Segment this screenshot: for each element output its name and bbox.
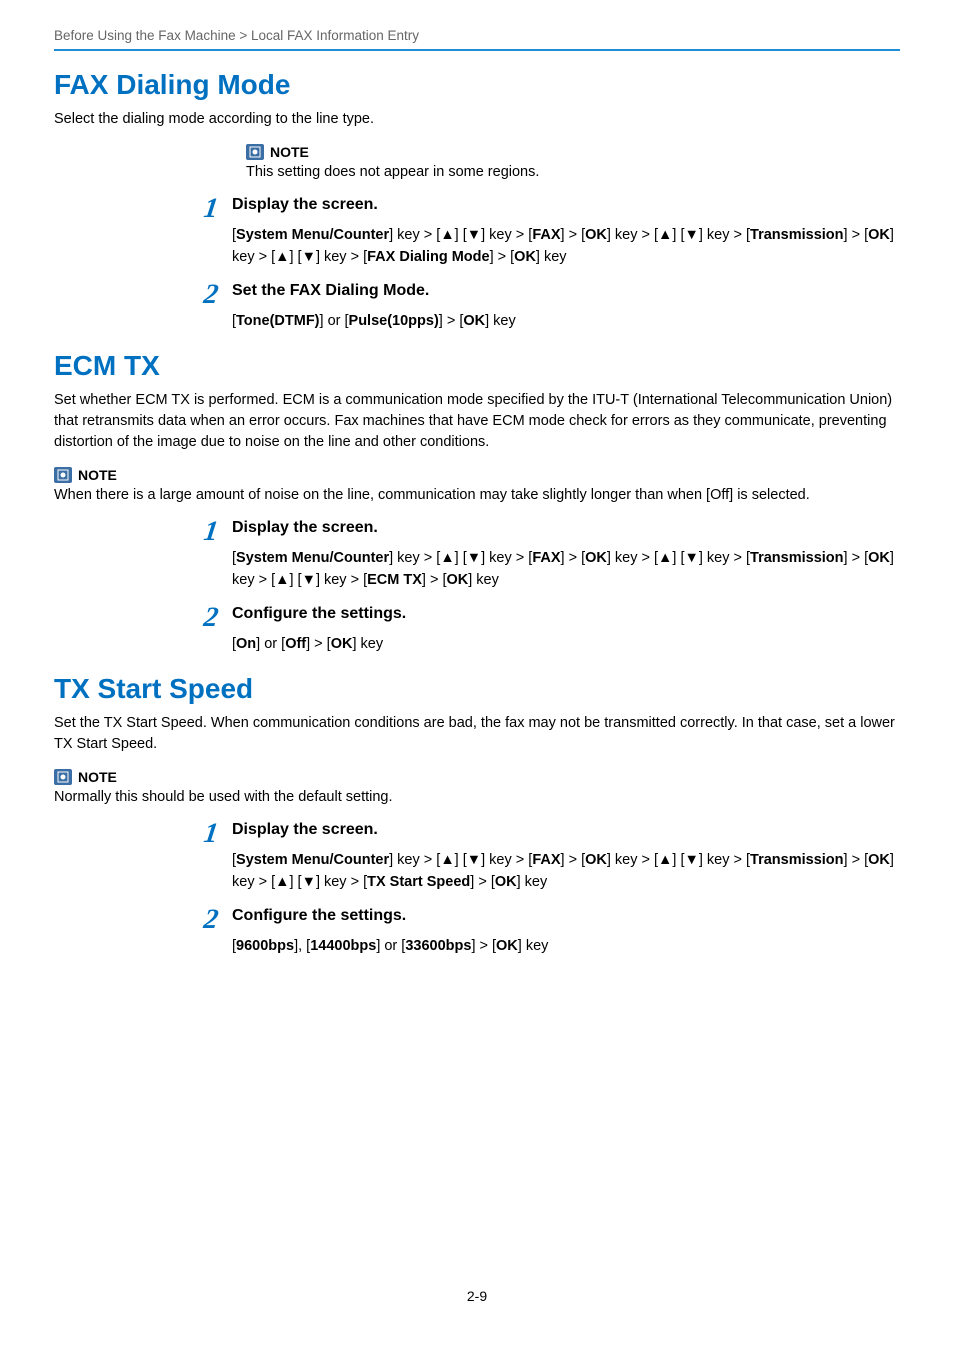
step-number-col: 1	[54, 820, 232, 848]
header-rule	[54, 49, 900, 51]
section-intro: Select the dialing mode according to the…	[54, 109, 900, 130]
section: FAX Dialing Mode Select the dialing mode …	[54, 69, 900, 332]
step-title: Configure the settings.	[232, 906, 900, 927]
section-intro: Set whether ECM TX is performed. ECM is …	[54, 390, 900, 453]
step-number: 1	[202, 195, 220, 223]
note-text: When there is a large amount of noise on…	[54, 485, 900, 506]
step-text: [System Menu/Counter] key > [▲] [▼] key …	[232, 224, 900, 269]
step-number-col: 1	[54, 195, 232, 223]
step-number: 2	[202, 906, 220, 934]
note-label: NOTE	[78, 769, 117, 785]
section-title: ECM TX	[54, 350, 900, 382]
section: ECM TX Set whether ECM TX is performed. E…	[54, 350, 900, 655]
note-text: Normally this should be used with the de…	[54, 787, 900, 808]
step-number: 2	[202, 604, 220, 632]
note-label: NOTE	[78, 467, 117, 483]
page-number: 2-9	[0, 1288, 954, 1304]
note-block: NOTE Normally this should be used with th…	[54, 769, 900, 808]
section: TX Start Speed Set the TX Start Speed. Wh…	[54, 673, 900, 957]
step-row: 1 Display the screen. [System Menu/Counter…	[54, 195, 900, 269]
step-text: [9600bps], [14400bps] or [33600bps] > [O…	[232, 935, 900, 957]
step-title: Set the FAX Dialing Mode.	[232, 281, 900, 302]
note-heading: NOTE	[246, 144, 900, 160]
step-number-col: 2	[54, 604, 232, 632]
note-block: NOTE This setting does not appear in some…	[246, 144, 900, 183]
note-icon	[54, 769, 72, 785]
step-body: Display the screen. [System Menu/Counter]…	[232, 820, 900, 894]
step-row: 1 Display the screen. [System Menu/Counter…	[54, 820, 900, 894]
step-row: 2 Configure the settings. [On] or [Off] > …	[54, 604, 900, 655]
note-block: NOTE When there is a large amount of nois…	[54, 467, 900, 506]
step-body: Configure the settings. [9600bps], [14400…	[232, 906, 900, 957]
step-text: [Tone(DTMF)] or [Pulse(10pps)] > [OK] ke…	[232, 310, 900, 332]
step-body: Display the screen. [System Menu/Counter]…	[232, 518, 900, 592]
step-body: Set the FAX Dialing Mode. [Tone(DTMF)] or…	[232, 281, 900, 332]
step-number-col: 2	[54, 906, 232, 934]
step-text: [System Menu/Counter] key > [▲] [▼] key …	[232, 547, 900, 592]
step-title: Configure the settings.	[232, 604, 900, 625]
section-title: TX Start Speed	[54, 673, 900, 705]
step-number: 1	[202, 518, 220, 546]
step-number: 2	[202, 281, 220, 309]
step-number-col: 1	[54, 518, 232, 546]
document-page: Before Using the Fax Machine > Local FAX…	[0, 0, 954, 1350]
note-icon	[54, 467, 72, 483]
step-title: Display the screen.	[232, 518, 900, 539]
step-row: 2 Configure the settings. [9600bps], [1440…	[54, 906, 900, 957]
step-body: Configure the settings. [On] or [Off] > […	[232, 604, 900, 655]
step-title: Display the screen.	[232, 820, 900, 841]
note-heading: NOTE	[54, 769, 900, 785]
note-heading: NOTE	[54, 467, 900, 483]
step-title: Display the screen.	[232, 195, 900, 216]
step-number: 1	[202, 820, 220, 848]
note-text: This setting does not appear in some reg…	[246, 162, 900, 183]
section-intro: Set the TX Start Speed. When communicati…	[54, 713, 900, 755]
step-number-col: 2	[54, 281, 232, 309]
step-row: 1 Display the screen. [System Menu/Counter…	[54, 518, 900, 592]
breadcrumb: Before Using the Fax Machine > Local FAX…	[54, 28, 900, 43]
step-text: [System Menu/Counter] key > [▲] [▼] key …	[232, 849, 900, 894]
note-icon	[246, 144, 264, 160]
note-label: NOTE	[270, 144, 309, 160]
step-text: [On] or [Off] > [OK] key	[232, 633, 900, 655]
step-body: Display the screen. [System Menu/Counter]…	[232, 195, 900, 269]
step-row: 2 Set the FAX Dialing Mode. [Tone(DTMF)] o…	[54, 281, 900, 332]
section-title: FAX Dialing Mode	[54, 69, 900, 101]
